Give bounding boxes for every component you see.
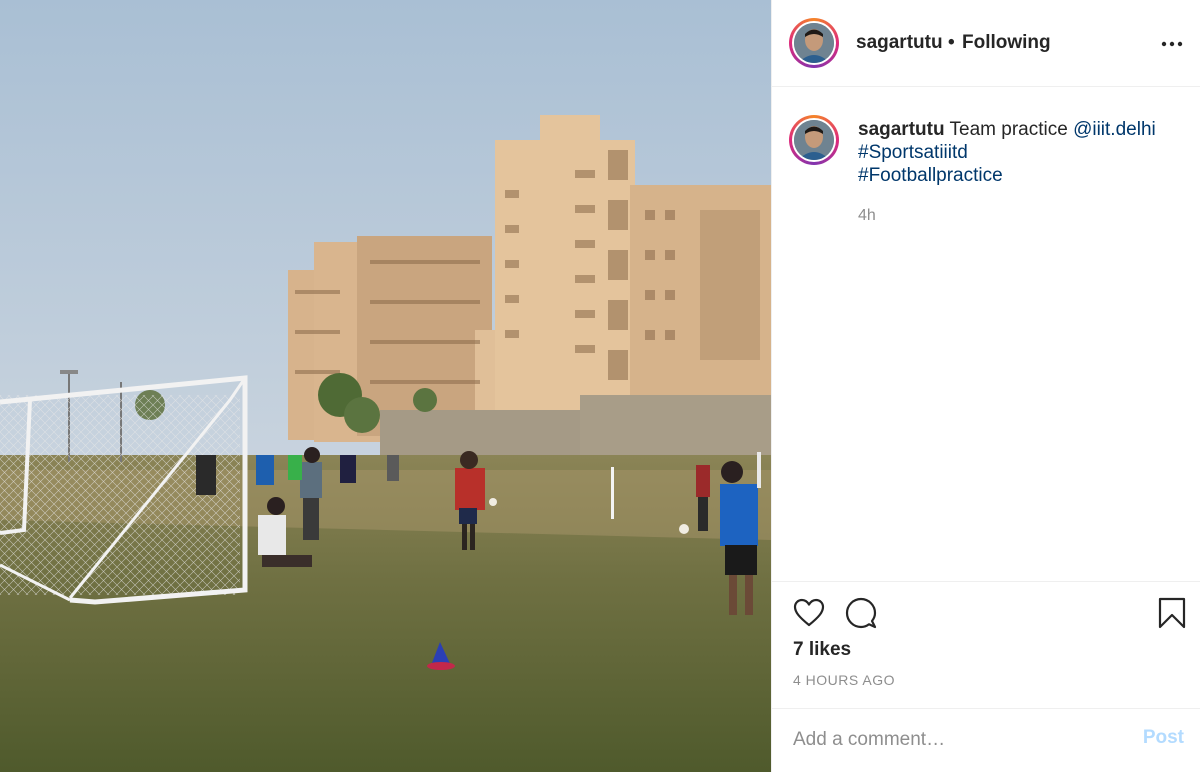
post-image[interactable] (0, 0, 771, 772)
likes-count[interactable]: 7 likes (793, 639, 851, 661)
comment-form: Post (772, 708, 1200, 772)
caption-timestamp: 4h (858, 207, 876, 224)
hashtag-link[interactable]: #Sportsatiiitd (858, 142, 968, 163)
football-practice-photo (0, 0, 771, 772)
comment-icon[interactable] (845, 597, 877, 634)
caption-username-link[interactable]: sagartutu (858, 119, 945, 140)
post-time-ago: 4 HOURS AGO (793, 672, 895, 688)
caption-text: sagartutu Team practice @iiit.delhi #Spo… (858, 118, 1188, 187)
separator-dot: • (948, 32, 955, 53)
comment-input[interactable] (793, 725, 1123, 755)
hashtag-link[interactable]: #Footballpractice (858, 165, 1003, 186)
profile-photo (794, 23, 834, 63)
mention-link[interactable]: @iiit.delhi (1073, 119, 1156, 140)
profile-photo (794, 120, 834, 160)
post-comment-button[interactable]: Post (1143, 727, 1184, 749)
heart-icon[interactable] (793, 598, 825, 633)
caption-body: Team practice (949, 119, 1068, 140)
username-link[interactable]: sagartutu (856, 32, 943, 54)
post-sidebar: sagartutu • Following sagartutu Team pra… (771, 0, 1200, 772)
more-horizontal-icon[interactable] (1160, 34, 1184, 54)
avatar[interactable] (789, 115, 839, 165)
avatar[interactable] (789, 18, 839, 68)
action-bar: 7 likes 4 HOURS AGO (772, 581, 1200, 708)
post-header: sagartutu • Following (772, 0, 1200, 87)
bookmark-icon[interactable] (1158, 597, 1186, 634)
follow-status-button[interactable]: Following (962, 32, 1051, 54)
